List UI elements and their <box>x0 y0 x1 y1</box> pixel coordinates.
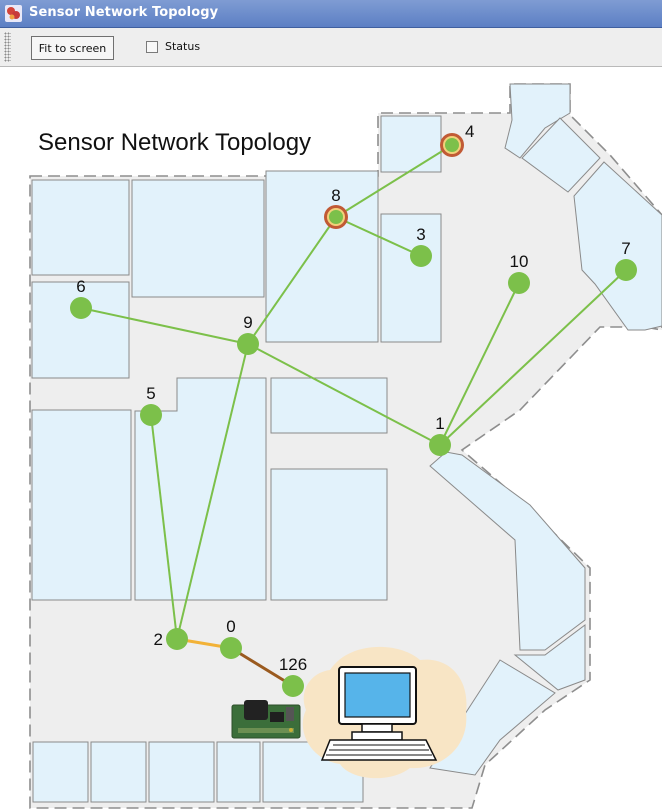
node-dot <box>410 245 432 267</box>
room <box>31 409 132 601</box>
application-window: Sensor Network Topology Fit to screen St… <box>0 0 662 810</box>
sensor-board-icon <box>231 700 301 739</box>
node-label: 7 <box>621 239 630 258</box>
node-label: 1 <box>435 414 444 433</box>
node-label: 0 <box>226 617 235 636</box>
node-label: 5 <box>146 384 155 403</box>
map-heading: Sensor Network Topology <box>38 129 312 156</box>
room <box>131 179 265 298</box>
node-dot <box>329 210 343 224</box>
node-dot <box>615 259 637 281</box>
room <box>265 170 379 343</box>
node-dot <box>508 272 530 294</box>
node-label: 2 <box>154 630 163 649</box>
node-dot <box>429 434 451 456</box>
room <box>90 741 147 803</box>
node-label: 126 <box>279 655 307 674</box>
room <box>380 115 442 173</box>
room <box>31 179 130 276</box>
node-label: 8 <box>331 186 340 205</box>
room <box>380 213 442 343</box>
node-dot <box>70 297 92 319</box>
node-dot <box>140 404 162 426</box>
sensor-node-2[interactable]: 2 <box>154 628 188 650</box>
room <box>32 741 89 803</box>
node-dot <box>166 628 188 650</box>
node-label: 4 <box>465 122 474 141</box>
room <box>216 741 261 803</box>
node-dot <box>220 637 242 659</box>
room <box>270 468 388 601</box>
node-label: 9 <box>243 313 252 332</box>
node-label: 6 <box>76 277 85 296</box>
room <box>31 281 130 379</box>
node-dot <box>237 333 259 355</box>
room <box>148 741 215 803</box>
node-dot <box>282 675 304 697</box>
node-dot <box>445 138 459 152</box>
node-label: 10 <box>510 252 529 271</box>
node-label: 3 <box>416 225 425 244</box>
floorplan-map: 4 8 3 10 7 6 9 5 1 2 0 126 <box>29 83 662 809</box>
